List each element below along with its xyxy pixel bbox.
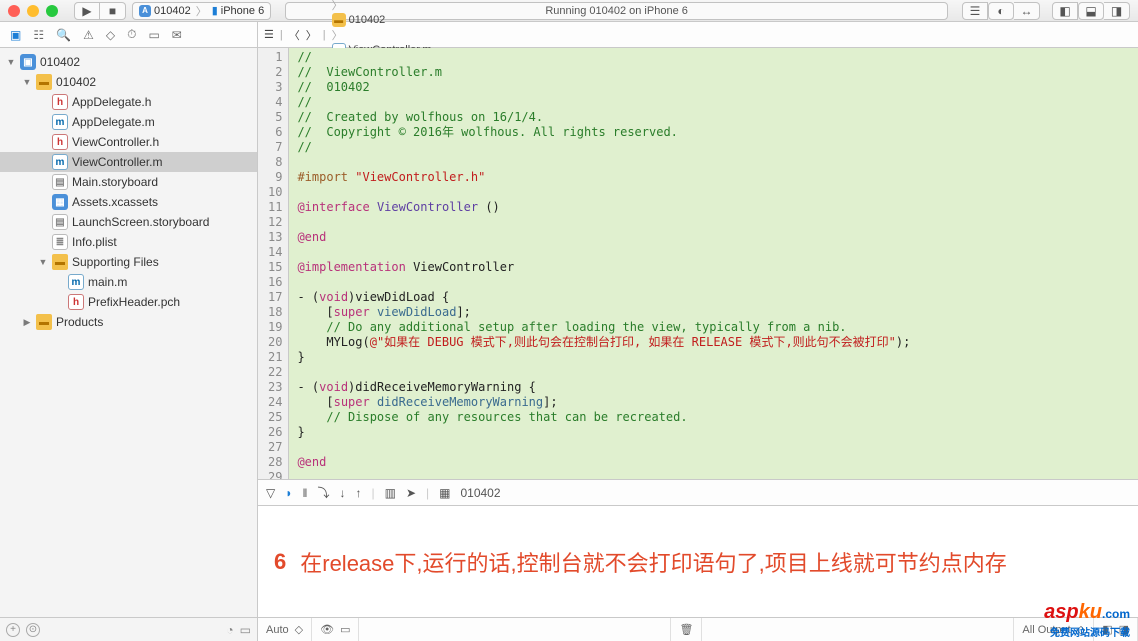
navigator-filter-bar: + ⊙ ◔ ▭ <box>0 617 257 641</box>
tree-item-viewcontroller-h[interactable]: hViewController.h <box>0 132 257 152</box>
tree-item-appdelegate-h[interactable]: hAppDelegate.h <box>0 92 257 112</box>
tree-item-supporting-files[interactable]: ▼▬Supporting Files <box>0 252 257 272</box>
pl-icon: ≣ <box>52 234 68 250</box>
filter-button[interactable]: ⊙ <box>26 623 40 637</box>
version-editor-icon[interactable]: ↔ <box>1014 2 1040 20</box>
tree-item-appdelegate-m[interactable]: mAppDelegate.m <box>0 112 257 132</box>
report-navigator-icon[interactable]: ✉ <box>172 28 182 42</box>
standard-editor-icon[interactable]: ☰ <box>962 2 988 20</box>
hide-debug-icon[interactable]: ▽ <box>266 486 275 500</box>
tree-item-info-plist[interactable]: ≣Info.plist <box>0 232 257 252</box>
code-content[interactable]: //// ViewController.m// 010402//// Creat… <box>289 48 918 479</box>
h-icon: h <box>52 134 68 150</box>
tree-item-launchscreen-storyboard[interactable]: ▤LaunchScreen.storyboard <box>0 212 257 232</box>
crumb-010402[interactable]: ▬010402 <box>332 13 432 27</box>
step-over-icon[interactable]: ⤵ <box>317 484 329 501</box>
jump-bar[interactable]: ☰ | 〈 〉 | ▣010402〉▬010402〉mViewControlle… <box>258 22 1138 48</box>
bottom-panel-icon[interactable]: ⬓ <box>1078 2 1104 20</box>
debug-navigator-icon[interactable]: ⏱ <box>127 27 136 42</box>
pause-icon[interactable]: ‖ <box>302 486 307 500</box>
variables-view-scope[interactable]: Auto◇ <box>258 618 312 641</box>
source-editor[interactable]: 1234567891011121314151617181920212223242… <box>258 48 1138 479</box>
assistant-editor-icon[interactable]: ◐ <box>988 2 1014 20</box>
traffic-lights <box>8 5 58 17</box>
clear-console-icon[interactable]: 🗑 <box>679 623 693 636</box>
target-icon: A <box>139 5 151 17</box>
device-icon: ▮ <box>212 4 218 17</box>
run-button[interactable]: ▶ <box>74 2 100 20</box>
window-titlebar: ▶ ■ A010402 〉 ▮iPhone 6 Running 010402 o… <box>0 0 1138 22</box>
tree-item-viewcontroller-m[interactable]: mViewController.m <box>0 152 257 172</box>
navigator-panel: ▣ ☷ 🔍 ⚠ ◇ ⏱ ▭ ✉ ▼▣010402▼▬010402hAppDele… <box>0 22 258 641</box>
test-navigator-icon[interactable]: ◇ <box>106 28 115 42</box>
folder-icon: ▬ <box>52 254 68 270</box>
tree-item-assets-xcassets[interactable]: ▦Assets.xcassets <box>0 192 257 212</box>
folder-icon: ▬ <box>36 74 52 90</box>
symbol-navigator-icon[interactable]: ☷ <box>33 28 44 42</box>
breakpoints-icon[interactable]: ◗ <box>285 486 292 500</box>
related-items-icon[interactable]: ☰ <box>264 28 274 41</box>
view-debug-icon[interactable]: ▥ <box>385 486 396 500</box>
back-button[interactable]: 〈 <box>289 27 300 43</box>
breakpoint-navigator-icon[interactable]: ▭ <box>148 28 159 42</box>
issue-navigator-icon[interactable]: ⚠ <box>83 28 94 42</box>
console-bottom-bar: Auto◇ 👁▭ 🗑 All Output◇ ◧◨ <box>258 617 1138 641</box>
h-icon: h <box>68 294 84 310</box>
eye-icon[interactable]: 👁 <box>320 623 334 636</box>
scheme-selector[interactable]: A010402 〉 ▮iPhone 6 <box>132 2 271 20</box>
tree-item-prefixheader-pch[interactable]: hPrefixHeader.pch <box>0 292 257 312</box>
right-panel-icon[interactable]: ◨ <box>1104 2 1130 20</box>
scheme-target: 010402 <box>154 5 191 17</box>
editor-mode-segment[interactable]: ☰ ◐ ↔ <box>962 2 1040 20</box>
tree-item-main-m[interactable]: mmain.m <box>0 272 257 292</box>
m-icon: m <box>52 154 68 170</box>
scm-filter-icon[interactable]: ▭ <box>240 623 251 637</box>
close-icon[interactable] <box>8 5 20 17</box>
xc-icon: ▦ <box>52 194 68 210</box>
recent-filter-icon[interactable]: ◔ <box>226 623 233 637</box>
stop-button[interactable]: ■ <box>100 2 126 20</box>
add-button[interactable]: + <box>6 623 20 637</box>
m-icon: m <box>68 274 84 290</box>
h-icon: h <box>52 94 68 110</box>
project-tree[interactable]: ▼▣010402▼▬010402hAppDelegate.hmAppDelega… <box>0 48 257 617</box>
project-navigator-icon[interactable]: ▣ <box>10 28 21 42</box>
tree-item-010402[interactable]: ▼▬010402 <box>0 72 257 92</box>
quicklook-icon[interactable]: ▭ <box>340 623 350 636</box>
line-gutter: 1234567891011121314151617181920212223242… <box>258 48 289 479</box>
proj-icon: ▣ <box>20 54 36 70</box>
m-icon: m <box>52 114 68 130</box>
watermark: aspku.com 免费网站源码下载 <box>1044 601 1130 639</box>
left-panel-icon[interactable]: ◧ <box>1052 2 1078 20</box>
step-into-icon[interactable]: ↓ <box>339 486 345 500</box>
zoom-icon[interactable] <box>46 5 58 17</box>
tree-item-main-storyboard[interactable]: ▤Main.storyboard <box>0 172 257 192</box>
minimize-icon[interactable] <box>27 5 39 17</box>
sb-icon: ▤ <box>52 214 68 230</box>
process-icon[interactable]: ▦ <box>439 486 450 500</box>
run-stop-segment: ▶ ■ <box>74 2 126 20</box>
folder-icon: ▬ <box>36 314 52 330</box>
folder-icon: ▬ <box>332 13 346 27</box>
sb-icon: ▤ <box>52 174 68 190</box>
panel-toggle-segment[interactable]: ◧ ⬓ ◨ <box>1052 2 1130 20</box>
debug-target: 010402 <box>460 486 500 500</box>
tree-item-products[interactable]: ▶▬Products <box>0 312 257 332</box>
location-icon[interactable]: ➤ <box>406 486 416 500</box>
forward-button[interactable]: 〉 <box>306 27 317 43</box>
navigator-tabs: ▣ ☷ 🔍 ⚠ ◇ ⏱ ▭ ✉ <box>0 22 257 48</box>
debug-bar: ▽ ◗ ‖ ⤵ ↓ ↑ | ▥ ➤ | ▦ 010402 <box>258 479 1138 505</box>
console-area: 6 在release下,运行的话,控制台就不会打印语句了,项目上线就可节约点内存 <box>258 505 1138 617</box>
tree-item-010402[interactable]: ▼▣010402 <box>0 52 257 72</box>
find-navigator-icon[interactable]: 🔍 <box>56 28 71 42</box>
annotation-text: 6 在release下,运行的话,控制台就不会打印语句了,项目上线就可节约点内存 <box>258 506 1138 617</box>
step-out-icon[interactable]: ↑ <box>355 486 361 500</box>
scheme-device: iPhone 6 <box>221 5 264 17</box>
